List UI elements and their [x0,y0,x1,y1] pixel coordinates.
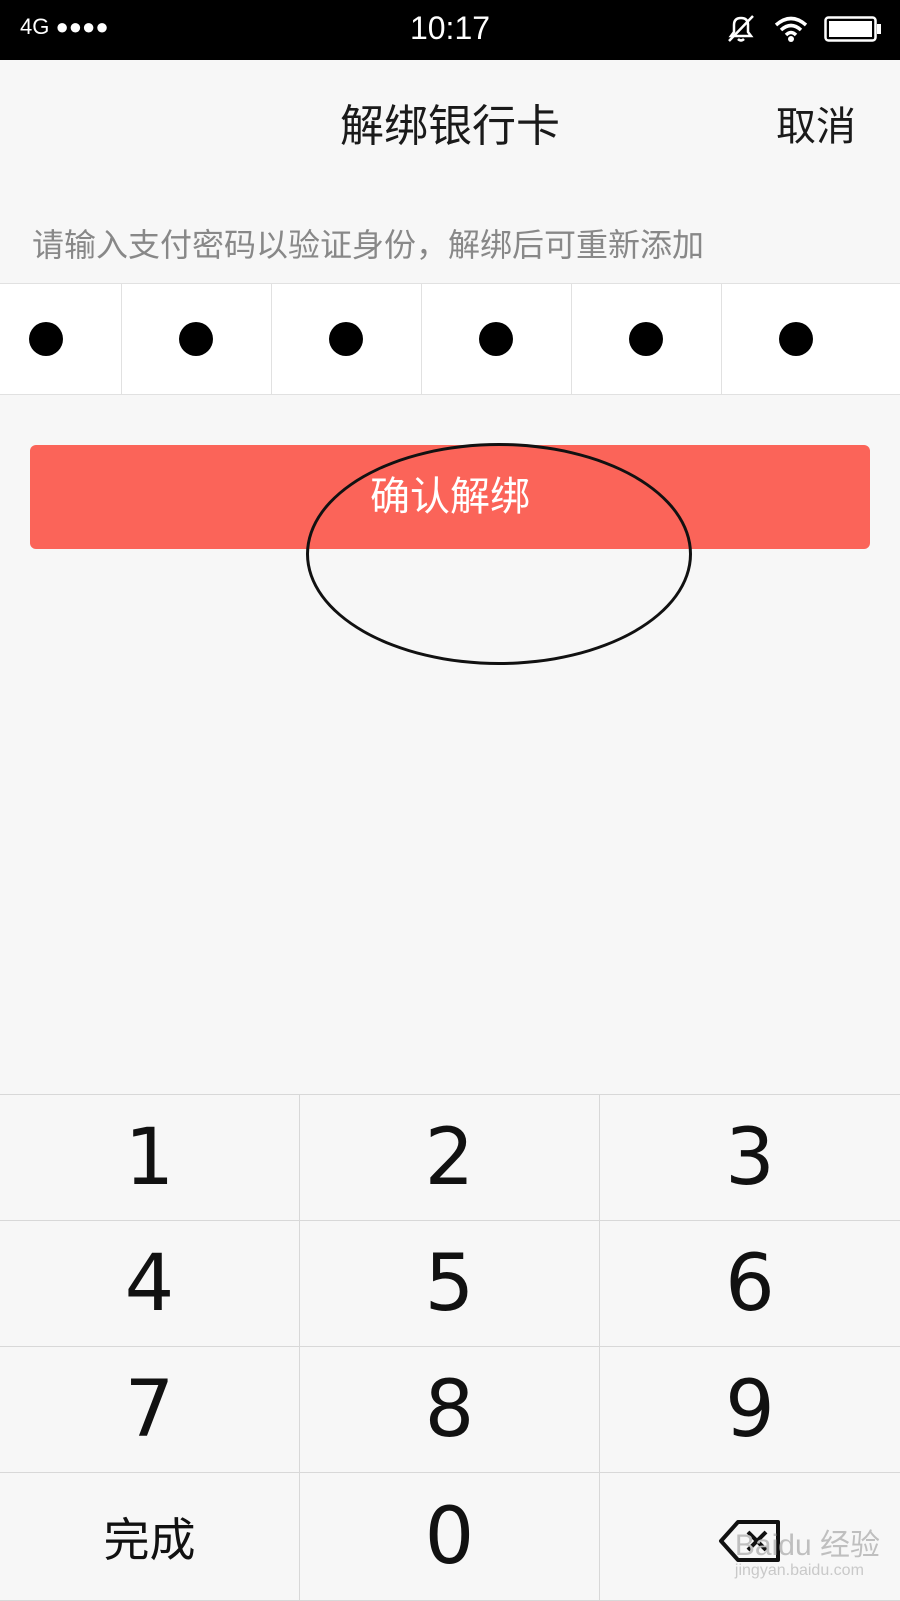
key-6[interactable]: 6 [600,1221,900,1347]
key-4[interactable]: 4 [0,1221,300,1347]
key-9[interactable]: 9 [600,1347,900,1473]
confirm-unbind-button[interactable]: 确认解绑 [30,445,870,549]
password-digit-cell [122,284,272,394]
key-8[interactable]: 8 [300,1347,600,1473]
password-hint: 请输入支付密码以验证身份，解绑后可重新添加 [32,226,705,264]
done-key[interactable]: 完成 [0,1473,300,1601]
nav-bar: 解绑银行卡 取消 [0,60,900,180]
key-2[interactable]: 2 [300,1095,600,1221]
key-0[interactable]: 0 [300,1473,600,1601]
key-5[interactable]: 5 [300,1221,600,1347]
password-dot [479,322,513,356]
watermark: Baidu 经验 jingyan.baidu.com [735,1529,880,1580]
alarm-off-icon [724,14,758,48]
password-input[interactable] [0,283,900,395]
cancel-button[interactable]: 取消 [776,94,856,152]
numeric-keypad: 1 2 3 4 5 6 7 8 9 完成 0 [0,1094,900,1601]
password-digit-cell [422,284,572,394]
key-7[interactable]: 7 [0,1347,300,1473]
wifi-icon [774,15,808,47]
password-dot [629,322,663,356]
watermark-text: Baidu 经验 [734,1529,880,1563]
password-digit-cell [722,284,872,394]
watermark-url: jingyan.baidu.com [734,1562,864,1580]
key-3[interactable]: 3 [600,1095,900,1221]
password-digit-cell [272,284,422,394]
password-digit-cell [0,284,122,394]
password-dot [29,322,63,356]
password-dot [779,322,813,356]
battery-icon [824,16,882,46]
status-bar: 4G ●●●● 10:17 [0,0,900,60]
page-title: 解绑银行卡 [340,101,560,152]
password-digit-cell [572,284,722,394]
key-1[interactable]: 1 [0,1095,300,1221]
password-dot [179,322,213,356]
password-dot [329,322,363,356]
